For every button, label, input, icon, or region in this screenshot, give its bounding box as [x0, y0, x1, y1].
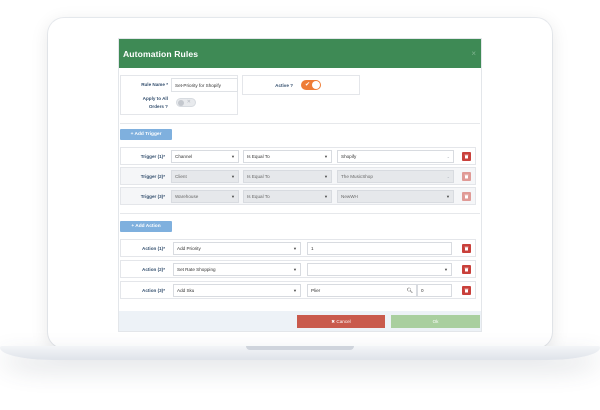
select-value: Warehouse [175, 194, 199, 199]
delete-button[interactable] [462, 244, 471, 253]
trigger-field-select[interactable]: Warehouse ▼ [171, 190, 239, 203]
trigger-operator-select[interactable]: Is Equal To ▼ [243, 150, 332, 163]
caret-down-icon: ▼ [231, 194, 235, 199]
quantity-input[interactable]: 0 [417, 284, 452, 297]
caret-down-icon: ▼ [324, 194, 328, 199]
modal-title: Automation Rules [123, 48, 199, 59]
trigger-row: Trigger (3)* Warehouse ▼ Is Equal To ▼ New… [120, 187, 476, 205]
rule-name-label: Rule Name * [141, 82, 168, 87]
modal-header: Automation Rules × [119, 39, 481, 68]
action-value-input[interactable]: 1 [307, 242, 452, 255]
active-settings-box: Active ? ✔ [242, 75, 360, 95]
caret-down-icon: ▼ [324, 174, 328, 179]
trash-icon [464, 194, 469, 199]
sku-search-input[interactable]: Plier 🔍︎ [307, 284, 417, 297]
trigger-row: Trigger (1)* Channel ▼ Is Equal To ▼ Shopi… [120, 147, 476, 165]
trigger-field-select[interactable]: Channel ▼ [171, 150, 239, 163]
action-value-select[interactable]: ▼ [307, 263, 452, 276]
rule-name-value: Set-Priority for Shopify [175, 83, 221, 88]
caret-down-icon: ▼ [446, 194, 450, 199]
caret-down-icon: ▼ [293, 246, 297, 251]
select-value: Is Equal To [247, 154, 270, 159]
select-value: Set Rate Shopping [177, 267, 216, 272]
trigger-label: Trigger (3)* [140, 193, 165, 199]
caret-down-icon: ▼ [231, 154, 235, 159]
chevron-down-icon: ⌄ [446, 174, 450, 179]
trash-icon [464, 267, 469, 272]
action-label: Action (3)* [142, 287, 165, 293]
automation-rules-modal: Automation Rules × Rule Name * Set-Prior… [118, 38, 482, 332]
trigger-label: Trigger (2)* [140, 173, 165, 179]
select-value: Client [175, 174, 187, 179]
rule-settings-box: Rule Name * Set-Priority for Shopify App… [120, 75, 238, 115]
select-value: The MusicShop [341, 174, 373, 179]
action-row: Action (3)* Add Sku ▼ Plier 🔍︎ 0 [120, 281, 476, 299]
action-type-select[interactable]: Add Priority ▼ [173, 242, 301, 255]
action-type-select[interactable]: Add Sku ▼ [173, 284, 301, 297]
input-value: Plier [311, 288, 321, 293]
delete-button[interactable] [462, 152, 471, 161]
action-row: Action (1)* Add Priority ▼ 1 [120, 239, 476, 257]
apply-all-label-line1: Apply to All [142, 96, 168, 101]
rule-name-field[interactable]: Set-Priority for Shopify [171, 78, 238, 92]
toggle-knob [312, 81, 320, 89]
divider [120, 213, 480, 214]
caret-down-icon: ▼ [231, 174, 235, 179]
action-row: Action (2)* Set Rate Shopping ▼ ▼ [120, 260, 476, 278]
trigger-label: Trigger (1)* [140, 153, 165, 159]
select-value: Shopify [341, 154, 357, 159]
action-label: Action (1)* [142, 245, 165, 251]
toggle-off-icon: ✕ [186, 99, 191, 105]
delete-button[interactable] [462, 192, 471, 201]
select-value: NewWH [341, 194, 358, 199]
add-trigger-button[interactable]: + Add Trigger [120, 129, 172, 140]
toggle-knob [178, 100, 184, 106]
trash-icon [464, 246, 469, 251]
trigger-value-select[interactable]: NewWH ▼ [337, 190, 454, 203]
trigger-row: Trigger (2)* Client ▼ Is Equal To ▼ The Mu… [120, 167, 476, 185]
trash-icon [464, 288, 469, 293]
divider [120, 123, 480, 124]
trash-icon [464, 174, 469, 179]
action-label: Action (2)* [142, 266, 165, 272]
select-value: Add Sku [177, 288, 195, 293]
action-type-select[interactable]: Set Rate Shopping ▼ [173, 263, 301, 276]
caret-down-icon: ▼ [444, 267, 448, 272]
modal-footer: ✖ Cancel Ok [119, 311, 481, 331]
trigger-operator-select[interactable]: Is Equal To ▼ [243, 190, 332, 203]
chevron-down-icon: ⌄ [446, 154, 450, 159]
check-icon: ✔ [305, 82, 311, 88]
select-value: Channel [175, 154, 193, 159]
caret-down-icon: ▼ [324, 154, 328, 159]
apply-all-label-line2: Orders ? [148, 104, 168, 109]
delete-button[interactable] [462, 265, 471, 274]
search-icon[interactable]: 🔍︎ [407, 288, 413, 294]
active-label: Active ? [275, 83, 293, 88]
caret-down-icon: ▼ [293, 288, 297, 293]
apply-all-toggle[interactable]: ✕ [176, 98, 196, 107]
trigger-operator-select[interactable]: Is Equal To ▼ [243, 170, 332, 183]
delete-button[interactable] [462, 286, 471, 295]
input-value: 1 [311, 246, 314, 251]
caret-down-icon: ▼ [293, 267, 297, 272]
trigger-field-select[interactable]: Client ▼ [171, 170, 239, 183]
select-value: Is Equal To [247, 174, 270, 179]
delete-button[interactable] [462, 172, 471, 181]
trigger-value-select[interactable]: The MusicShop ⌄ [337, 170, 454, 183]
ok-button[interactable]: Ok [391, 315, 480, 328]
select-value: Add Priority [177, 246, 201, 251]
input-value: 0 [421, 288, 424, 293]
laptop-notch [246, 346, 354, 350]
close-icon[interactable]: × [471, 49, 476, 58]
cancel-button[interactable]: ✖ Cancel [297, 315, 385, 328]
select-value: Is Equal To [247, 194, 270, 199]
active-toggle[interactable]: ✔ [301, 80, 321, 90]
trash-icon [464, 154, 469, 159]
add-action-button[interactable]: + Add Action [120, 221, 172, 232]
trigger-value-select[interactable]: Shopify ⌄ [337, 150, 454, 163]
